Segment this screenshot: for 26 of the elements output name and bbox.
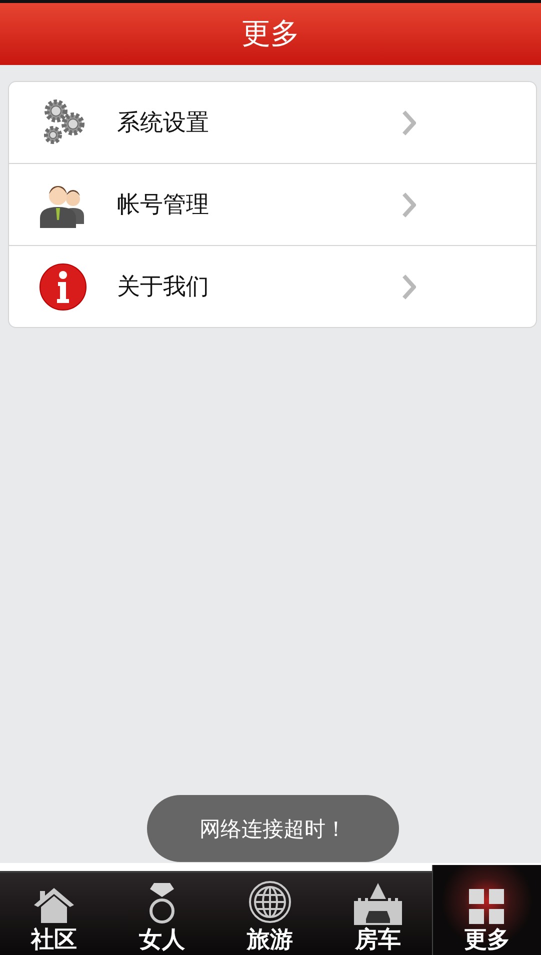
page-title: 更多 (242, 15, 300, 52)
menu-label: 帐号管理 (117, 191, 210, 220)
tab-label: 女人 (139, 927, 185, 953)
tab[interactable]: 旅游 (216, 873, 324, 955)
tab[interactable]: 更多 (432, 865, 541, 955)
house-icon (32, 885, 76, 925)
toast-message: 网络连接超时！ (147, 795, 399, 862)
menu-item[interactable]: 关于我们 (9, 245, 536, 327)
tab-label: 社区 (31, 927, 77, 953)
tab[interactable]: 房车 (324, 873, 432, 955)
menu-item[interactable]: 系统设置 (9, 82, 536, 163)
tab-label: 房车 (355, 927, 401, 953)
chevron-icon (402, 274, 416, 300)
info-icon (39, 262, 87, 310)
tab-label: 更多 (464, 927, 510, 953)
menu-label: 关于我们 (117, 273, 210, 302)
tab[interactable]: 社区 (0, 873, 108, 955)
chevron-icon (402, 110, 416, 136)
menu-label: 系统设置 (117, 109, 210, 138)
tab[interactable]: 女人 (108, 873, 216, 955)
tab-label: 旅游 (247, 927, 293, 953)
globe-icon (247, 879, 293, 925)
castle-icon (352, 881, 404, 925)
menu-item[interactable]: 帐号管理 (9, 163, 536, 245)
grid-icon (469, 889, 505, 925)
chevron-icon (402, 192, 416, 218)
